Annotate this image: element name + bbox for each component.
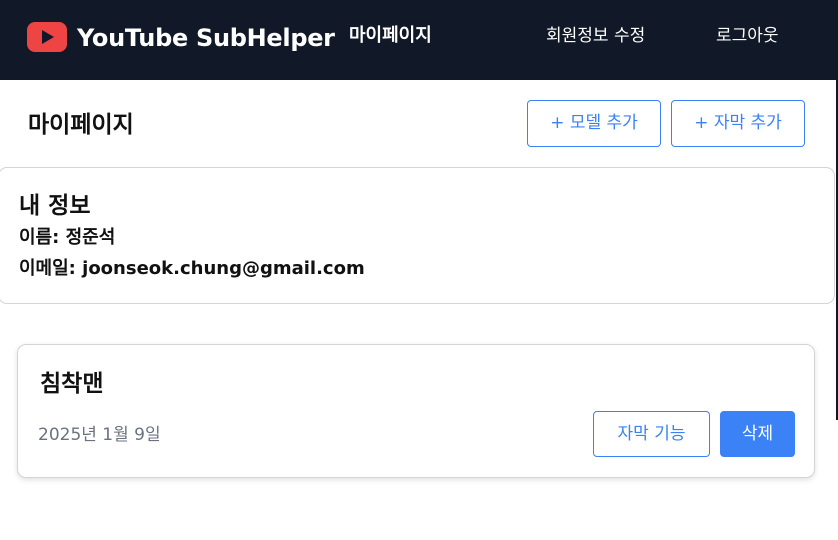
subtitle-feature-button[interactable]: 자막 기능 — [593, 411, 710, 457]
add-model-button[interactable]: + 모델 추가 — [527, 100, 661, 147]
add-subtitle-button[interactable]: + 자막 추가 — [671, 100, 805, 147]
profile-heading: 내 정보 — [19, 193, 91, 219]
model-card: 침착맨 2025년 1월 9일 자막 기능 삭제 — [17, 344, 815, 478]
profile-card: 내 정보 이름: 정준석 이메일: joonseok.chung@gmail.c… — [0, 167, 835, 304]
youtube-play-icon[interactable] — [27, 22, 67, 52]
delete-model-button[interactable]: 삭제 — [720, 411, 795, 457]
top-navbar: YouTube SubHelper 마이페이지 회원정보 수정 로그아웃 — [0, 0, 838, 80]
brand-name[interactable]: YouTube SubHelper — [77, 22, 335, 54]
profile-email: 이메일: joonseok.chung@gmail.com — [19, 258, 365, 279]
profile-name: 이름: 정준석 — [19, 227, 116, 248]
page-title: 마이페이지 — [28, 112, 134, 138]
model-name: 침착맨 — [40, 371, 104, 397]
nav-mypage-link[interactable]: 마이페이지 — [349, 22, 432, 50]
nav-edit-profile-link[interactable]: 회원정보 수정 — [546, 22, 645, 50]
model-date: 2025년 1월 9일 — [38, 425, 161, 445]
nav-logout-link[interactable]: 로그아웃 — [716, 22, 779, 50]
